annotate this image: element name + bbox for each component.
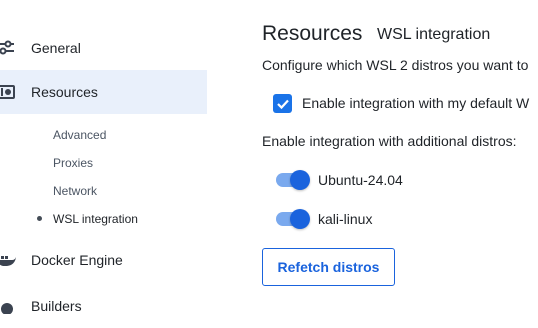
sidebar-subitem-advanced[interactable]: Advanced	[53, 128, 106, 142]
page-description: Configure which WSL 2 distros you want t…	[262, 57, 529, 73]
main-panel: Resources WSL integration Configure whic…	[262, 0, 538, 311]
checkmark-icon	[276, 99, 289, 109]
sidebar-item-label: General	[31, 40, 81, 56]
toggle-knob	[290, 209, 310, 229]
whale-icon	[0, 249, 18, 271]
toggle-knob	[290, 170, 310, 190]
sidebar-item-builders[interactable]: Builders	[0, 284, 207, 328]
sidebar-item-label: Docker Engine	[31, 252, 123, 268]
resources-icon	[0, 81, 18, 103]
distro-label-kali: kali-linux	[318, 211, 373, 227]
sidebar-item-resources[interactable]: Resources	[0, 70, 207, 114]
default-distro-checkbox[interactable]	[273, 94, 292, 113]
sidebar-subitem-wsl-integration[interactable]: WSL integration	[53, 212, 138, 226]
builders-icon	[0, 295, 18, 317]
distro-label-ubuntu: Ubuntu-24.04	[318, 172, 403, 188]
toggle-ubuntu[interactable]	[276, 170, 310, 190]
additional-distros-label: Enable integration with additional distr…	[262, 133, 517, 149]
sidebar: General Resources Advanced Proxies Netwo…	[0, 0, 207, 314]
page-subtitle: WSL integration	[377, 26, 491, 43]
sidebar-subitem-proxies[interactable]: Proxies	[53, 156, 93, 170]
default-distro-label: Enable integration with my default W	[302, 95, 530, 111]
refetch-distros-button[interactable]: Refetch distros	[262, 248, 395, 286]
sidebar-item-label: Resources	[31, 84, 98, 100]
sidebar-subitem-network[interactable]: Network	[53, 184, 97, 198]
active-bullet	[37, 216, 42, 221]
sidebar-item-docker-engine[interactable]: Docker Engine	[0, 238, 207, 282]
sliders-icon	[0, 37, 18, 59]
sidebar-item-general[interactable]: General	[0, 26, 207, 70]
toggle-kali[interactable]	[276, 209, 310, 229]
page-title: Resources	[262, 22, 363, 45]
sidebar-item-label: Builders	[31, 298, 82, 314]
